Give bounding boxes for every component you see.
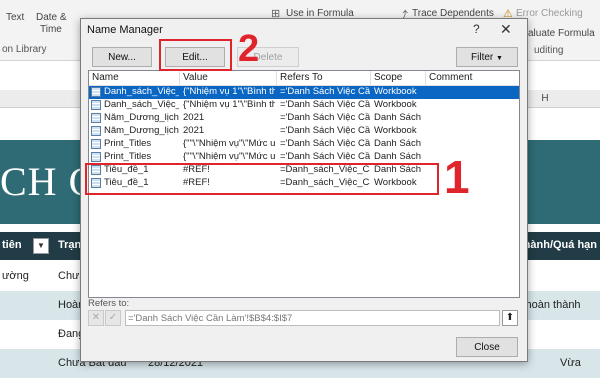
cell: i hoàn thành bbox=[520, 299, 581, 311]
ribbon-date-button[interactable]: Date & bbox=[36, 12, 67, 23]
close-button[interactable]: Close bbox=[456, 337, 518, 357]
highlight-ref-rows bbox=[85, 163, 439, 195]
name-range-icon bbox=[91, 126, 101, 136]
highlight-edit-button bbox=[159, 39, 232, 71]
item-refers: ='Danh Sách Việc Cần ... bbox=[280, 99, 370, 110]
confirm-edit-icon[interactable]: ✓ bbox=[105, 310, 121, 326]
refers-to-label: Refers to: bbox=[88, 298, 130, 309]
new-button[interactable]: New... bbox=[92, 47, 152, 67]
item-name: Năm_Dương_lịch bbox=[104, 125, 179, 136]
item-refers: ='Danh Sách Việc Cần ... bbox=[280, 86, 370, 97]
filter-button[interactable]: Filter ▼ bbox=[456, 47, 518, 67]
list-item[interactable]: Năm_Dương_lịch 2021 ='Danh Sách Việc Cần… bbox=[89, 125, 519, 138]
item-refers: ='Danh Sách Việc Cần ... bbox=[280, 151, 370, 162]
ribbon-time-label: Time bbox=[40, 24, 62, 35]
item-name: Năm_Dương_lịch bbox=[104, 112, 179, 123]
item-refers: ='Danh Sách Việc Cần ... bbox=[280, 112, 370, 123]
item-name: Print_Titles bbox=[104, 138, 152, 149]
list-item[interactable]: Năm_Dương_lịch 2021 ='Danh Sách Việc Cần… bbox=[89, 112, 519, 125]
item-value: {""\"Nhiệm vụ"\"Mức ư... bbox=[183, 138, 275, 149]
item-value: {"Nhiệm vụ 1"\"Bình th... bbox=[183, 86, 275, 97]
list-item[interactable]: Danh_sách_Việc_C... {"Nhiệm vụ 1"\"Bình … bbox=[89, 86, 519, 99]
item-refers: ='Danh Sách Việc Cần ... bbox=[280, 125, 370, 136]
col-name[interactable]: Name bbox=[92, 72, 119, 83]
col-refers-to[interactable]: Refers To bbox=[280, 72, 323, 83]
help-icon[interactable]: ? bbox=[473, 22, 480, 36]
item-value: 2021 bbox=[183, 125, 205, 136]
name-range-icon bbox=[91, 139, 101, 149]
item-scope: Danh Sách ... bbox=[374, 151, 424, 162]
col-value[interactable]: Value bbox=[183, 72, 208, 83]
step-1-label: 1 bbox=[444, 151, 470, 203]
filter-label: Filter bbox=[471, 52, 494, 63]
chevron-down-icon: ▼ bbox=[496, 55, 503, 62]
name-range-icon bbox=[91, 100, 101, 110]
ribbon-group-library: on Library bbox=[2, 44, 47, 55]
item-scope: Workbook bbox=[374, 125, 417, 136]
ribbon-text-button[interactable]: Text bbox=[6, 12, 24, 23]
refers-to-input[interactable]: ='Danh Sách Việc Cần Làm'!$B$4:$I$7 bbox=[125, 310, 500, 326]
item-name: Danh_sách_Việc_C... bbox=[104, 99, 179, 110]
header-cell-status: Trạn bbox=[58, 239, 82, 251]
item-value: 2021 bbox=[183, 112, 205, 123]
item-scope: Danh Sách ... bbox=[374, 138, 424, 149]
item-value: {"Nhiệm vụ 1"\"Bình th... bbox=[183, 99, 275, 110]
item-refers: ='Danh Sách Việc Cần ... bbox=[280, 138, 370, 149]
item-scope: Workbook bbox=[374, 99, 417, 110]
item-scope: Workbook bbox=[374, 86, 417, 97]
cell: Vừa bbox=[560, 357, 581, 369]
cancel-edit-icon[interactable]: ✕ bbox=[88, 310, 104, 326]
list-header: Name Value Refers To Scope Comment bbox=[89, 71, 519, 86]
header-cell-priority: tiên bbox=[2, 239, 22, 251]
col-comment[interactable]: Comment bbox=[429, 72, 472, 83]
item-name: Print_Titles bbox=[104, 151, 152, 162]
name-range-icon bbox=[91, 113, 101, 123]
item-scope: Danh Sách ... bbox=[374, 112, 424, 123]
evaluate-formula-button[interactable]: aluate Formula bbox=[528, 28, 595, 39]
item-value: {""\"Nhiệm vụ"\"Mức ư... bbox=[183, 151, 275, 162]
ribbon-group-auditing: uditing bbox=[534, 45, 564, 56]
col-scope[interactable]: Scope bbox=[374, 72, 402, 83]
filter-dropdown-icon[interactable]: ▼ bbox=[33, 238, 49, 254]
step-2-label: 2 bbox=[238, 28, 260, 70]
dialog-title: Name Manager bbox=[87, 24, 163, 36]
close-icon[interactable]: ✕ bbox=[500, 21, 512, 38]
name-range-icon bbox=[91, 152, 101, 162]
cell: ường bbox=[2, 270, 29, 282]
collapse-dialog-icon[interactable]: ⬆ bbox=[502, 310, 518, 326]
item-name: Danh_sách_Việc_C... bbox=[104, 86, 179, 97]
header-cell-completed: thành/Quá hạn bbox=[520, 239, 597, 251]
name-range-icon bbox=[91, 87, 101, 97]
list-item[interactable]: Danh_sách_Việc_C... {"Nhiệm vụ 1"\"Bình … bbox=[89, 99, 519, 112]
